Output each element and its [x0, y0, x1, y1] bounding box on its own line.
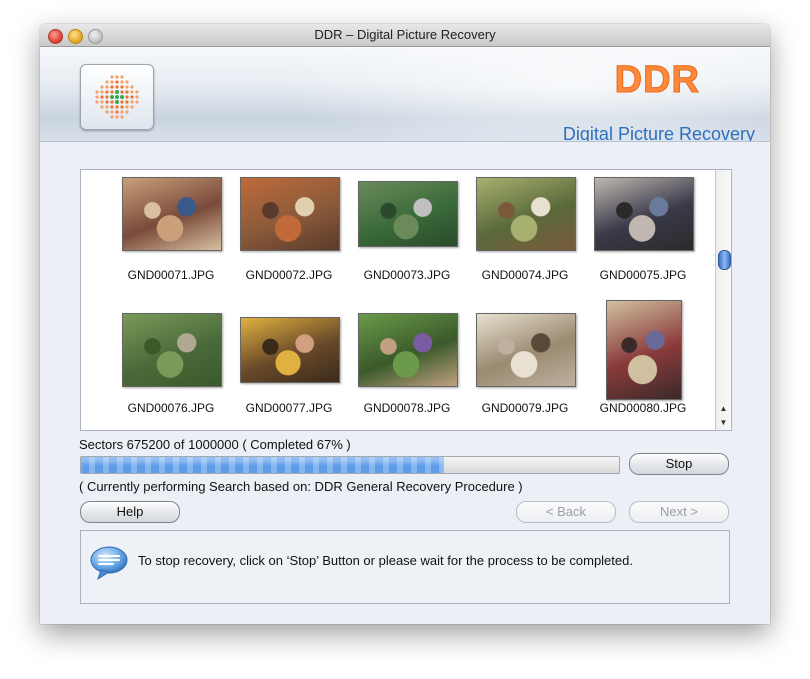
scroll-down-arrow-icon[interactable]: ▼	[716, 416, 731, 430]
thumbnail-filename: GND00078.JPG	[363, 401, 451, 415]
info-panel: To stop recovery, click on ‘Stop’ Button…	[80, 530, 730, 604]
logo-icon	[95, 75, 139, 119]
thumbnail-filename: GND00079.JPG	[481, 401, 569, 415]
thumbnail-panel: GND00071.JPG GND00072.JPG GND00073.JPG GND0…	[80, 169, 732, 431]
thumbnail-image[interactable]	[606, 300, 682, 400]
next-button[interactable]: Next >	[629, 501, 729, 523]
thumbnail-image[interactable]	[594, 177, 694, 251]
progress-bar-fill	[81, 457, 445, 473]
thumbnail-filename: GND00080.JPG	[599, 401, 687, 415]
scrollbar-thumb[interactable]	[718, 250, 731, 270]
window-title: DDR – Digital Picture Recovery	[314, 27, 496, 42]
thumbnail-filename: GND00073.JPG	[363, 268, 451, 282]
app-window: DDR – Digital Picture Recovery DDR Digit…	[40, 24, 770, 624]
brand-subtitle: Digital Picture Recovery	[562, 124, 755, 142]
help-button[interactable]: Help	[80, 501, 180, 523]
thumbnail-filename: GND00075.JPG	[599, 268, 687, 282]
thumbnail-image[interactable]	[476, 313, 576, 387]
vertical-scrollbar[interactable]: ▲ ▼	[715, 170, 731, 430]
thumbnail-filename: GND00072.JPG	[245, 268, 333, 282]
thumbnail-filename: GND00077.JPG	[245, 401, 333, 415]
progress-bar	[80, 456, 620, 474]
thumbnail-filename: GND00071.JPG	[127, 268, 215, 282]
brand-name: DDR	[614, 59, 700, 102]
thumbnail-image[interactable]	[476, 177, 576, 251]
thumbnail-image[interactable]	[240, 317, 340, 383]
thumbnail-image[interactable]	[240, 177, 340, 251]
info-message: To stop recovery, click on ‘Stop’ Button…	[138, 553, 633, 568]
thumbnail-grid: GND00071.JPG GND00072.JPG GND00073.JPG GND0…	[81, 170, 714, 430]
thumbnail-filename: GND00074.JPG	[481, 268, 569, 282]
thumbnail-image[interactable]	[122, 177, 222, 251]
app-header: DDR Digital Picture Recovery	[40, 47, 770, 142]
scroll-up-arrow-icon[interactable]: ▲	[716, 402, 731, 416]
current-procedure-text: ( Currently performing Search based on: …	[79, 479, 523, 494]
thumbnail-image[interactable]	[358, 313, 458, 387]
thumbnail-filename: GND00076.JPG	[127, 401, 215, 415]
thumbnail-image[interactable]	[122, 313, 222, 387]
app-logo	[80, 64, 154, 130]
speech-bubble-icon	[90, 546, 128, 581]
back-button[interactable]: < Back	[516, 501, 616, 523]
sectors-progress-text: Sectors 675200 of 1000000 ( Completed 67…	[79, 437, 351, 452]
stop-button[interactable]: Stop	[629, 453, 729, 475]
thumbnail-image[interactable]	[358, 181, 458, 247]
title-bar: DDR – Digital Picture Recovery	[40, 24, 770, 47]
